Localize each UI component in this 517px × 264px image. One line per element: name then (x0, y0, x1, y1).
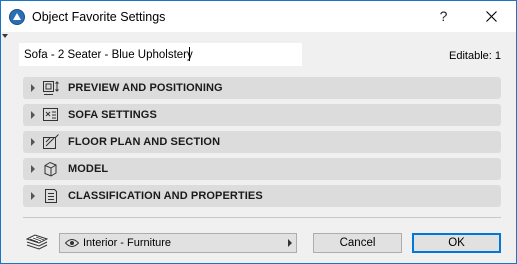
section-label: PREVIEW AND POSITIONING (68, 82, 223, 94)
close-button[interactable] (467, 1, 516, 32)
expand-arrow-icon (31, 84, 35, 92)
chevron-right-icon (288, 239, 292, 247)
ok-button[interactable]: OK (412, 233, 501, 253)
model-cube-icon (44, 161, 57, 177)
title-bar[interactable]: Object Favorite Settings ? (1, 1, 516, 32)
section-label: CLASSIFICATION AND PROPERTIES (68, 190, 263, 202)
section-label: FLOOR PLAN AND SECTION (68, 136, 221, 148)
cancel-button[interactable]: Cancel (313, 233, 402, 253)
panel-marker-icon (2, 34, 8, 38)
floor-plan-icon (43, 134, 59, 149)
section-preview-positioning[interactable]: PREVIEW AND POSITIONING (23, 77, 501, 99)
layers-icon (26, 234, 48, 250)
expand-arrow-icon (31, 111, 35, 119)
window-title: Object Favorite Settings (32, 10, 166, 24)
editable-count: Editable: 1 (449, 50, 501, 62)
favorite-name-input[interactable] (19, 43, 302, 66)
object-settings-icon (43, 108, 58, 121)
archicad-icon (9, 9, 25, 25)
section-model[interactable]: MODEL (23, 158, 501, 180)
expand-arrow-icon (31, 192, 35, 200)
close-icon (486, 11, 497, 22)
eye-icon (65, 239, 79, 247)
footer-divider (23, 217, 501, 218)
section-floor-plan[interactable]: FLOOR PLAN AND SECTION (23, 131, 501, 153)
expand-arrow-icon (31, 165, 35, 173)
section-sofa-settings[interactable]: SOFA SETTINGS (23, 104, 501, 126)
expand-arrow-icon (31, 138, 35, 146)
preview-positioning-icon (43, 81, 59, 95)
help-button[interactable]: ? (421, 1, 466, 32)
section-label: SOFA SETTINGS (68, 109, 157, 121)
section-classification[interactable]: CLASSIFICATION AND PROPERTIES (23, 185, 501, 207)
layer-value: Interior - Furniture (83, 237, 172, 249)
classification-icon (45, 189, 57, 203)
text-caret (189, 47, 190, 61)
layer-dropdown[interactable]: Interior - Furniture (59, 233, 297, 253)
dialog-window: Object Favorite Settings ? Editable: 1 P… (0, 0, 517, 264)
section-label: MODEL (68, 163, 109, 175)
